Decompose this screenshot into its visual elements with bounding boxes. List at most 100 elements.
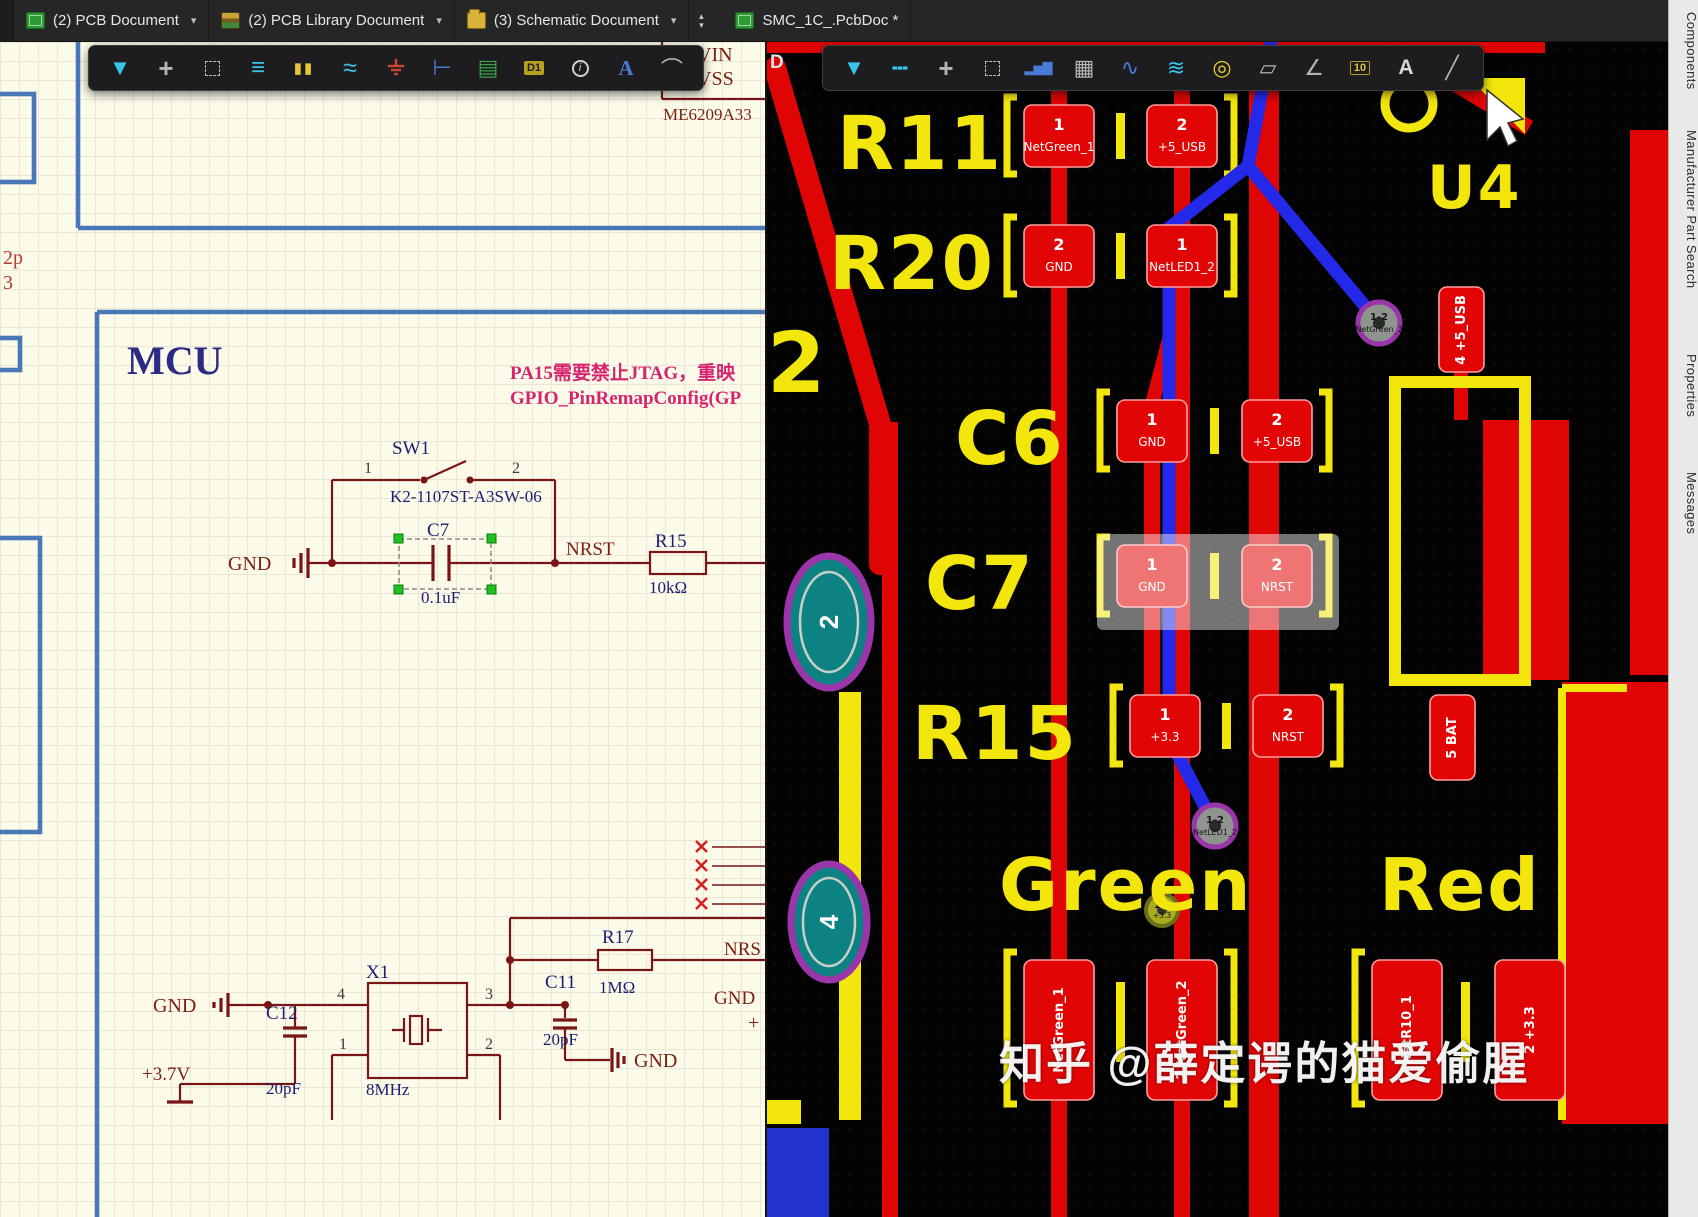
tab-scroll-spinner[interactable]: ▴ ▾ [689,0,713,42]
text-icon[interactable]: A [603,48,649,88]
selection-icon[interactable] [189,48,235,88]
svg-text:1: 1 [364,460,372,477]
grid-icon[interactable]: 10 [1337,48,1383,88]
gnd-symbol-bottom-left[interactable]: GND [153,993,230,1017]
svg-text:5 BAT: 5 BAT [1445,717,1460,759]
svg-text:0.1uF: 0.1uF [421,588,460,607]
net-label-nrst[interactable]: NRST [566,539,615,560]
svg-text:SW1: SW1 [392,438,430,459]
arc-icon[interactable]: ⌒ [649,48,695,88]
tab-pcb-library-document[interactable]: (2) PCB Library Document ▾ [209,0,455,42]
chart-icon[interactable]: ▂▅▇ [1015,48,1061,88]
d-fragment: D [770,52,784,73]
text-icon[interactable]: A [1383,48,1429,88]
svg-text:1: 1 [1159,705,1170,724]
net-label-nrs[interactable]: NRS [724,939,761,960]
side-pads[interactable]: 4 +5_USB 5 BAT [1429,286,1485,781]
panel-tab-manufacturer-part-search[interactable]: Manufacturer Part Search [1669,126,1698,292]
svg-text:C11: C11 [545,972,576,993]
altium-workspace: (2) PCB Document ▾ (2) PCB Library Docum… [0,0,1698,1217]
bars-icon[interactable]: ▮▮ [281,48,327,88]
svg-text:C7: C7 [925,541,1035,627]
svg-text:R17: R17 [602,927,634,948]
sw1-switch[interactable]: SW1 1 2 K2-1107ST-A3SW-06 [330,438,557,563]
via-netgreen2[interactable]: 1-2 NetGreen_2 [1355,299,1403,347]
schematic-editor-panel[interactable]: ▼ + ≡ ▮▮ ≈ ⊢ ▤ D1 i A ⌒ VIN VSS ME6209A3… [0,42,765,1217]
teal-pad-2[interactable]: 2 [783,552,875,692]
svg-text:NetGreen_1: NetGreen_1 [1023,140,1094,154]
r15-resistor[interactable]: R15 10kΩ [648,531,708,597]
svg-text:NRST: NRST [1272,730,1305,744]
svg-text:1-2: 1-2 [1206,815,1224,826]
move-icon[interactable]: + [143,48,189,88]
line-icon[interactable]: ╱ [1429,48,1475,88]
svg-text:GND: GND [1045,260,1073,274]
reset-net-wires [308,559,765,567]
gnd-symbol[interactable]: GND [228,548,310,578]
plane-icon[interactable]: ▱ [1245,48,1291,88]
tabbar-edge [0,0,14,42]
selection-icon[interactable] [969,48,1015,88]
svg-text:NetLED1_2: NetLED1_2 [1149,260,1215,274]
power-label-3v7[interactable]: +3.7V [142,1064,190,1085]
schematic-canvas[interactable]: VIN VSS ME6209A33 MCU PA15需要禁止JTAG，重映 GP… [0,42,765,1217]
tab-label: (2) PCB Library Document [248,12,425,29]
svg-text:2: 2 [1282,705,1293,724]
svg-text:2: 2 [485,1036,493,1053]
teal-pad-4[interactable]: 4 [787,860,871,984]
panel-tab-properties[interactable]: Properties [1669,350,1698,421]
edge-fragment: 2p [3,247,23,269]
r17-resistor[interactable]: R17 1MΩ [596,927,654,997]
d1-icon[interactable]: D1 [511,48,557,88]
tab-active-pcbdoc[interactable]: SMC_1C_.PcbDoc * [723,0,912,42]
panel-tab-messages[interactable]: Messages [1669,468,1698,538]
ground-icon[interactable] [373,48,419,88]
route-icon[interactable]: ∿ [1107,48,1153,88]
no-erc-markers[interactable] [695,840,765,910]
c12-capacitor[interactable]: C12 20pF [167,1003,307,1104]
oscillator-wires [228,916,765,1120]
filter-icon[interactable]: ▼ [831,48,877,88]
filter-icon[interactable]: ▼ [97,48,143,88]
chevron-down-icon[interactable]: ▾ [671,14,677,27]
chevron-down-icon[interactable]: ▾ [191,14,197,27]
svg-text:4: 4 [337,986,345,1003]
tab-label: (2) PCB Document [53,12,179,29]
svg-text:4 +5_USB: 4 +5_USB [1454,295,1469,365]
chevron-down-icon[interactable]: ▾ [436,14,442,27]
pcb-doc-icon [735,12,755,29]
measure-icon[interactable]: ⊢ [419,48,465,88]
diff-pair-icon[interactable]: ≋ [1153,48,1199,88]
gnd-symbol-bottom-right[interactable]: GND [610,1048,677,1072]
svg-text:20pF: 20pF [266,1079,301,1098]
component-icon[interactable]: ▤ [465,48,511,88]
edge-fragment: 3 [3,272,13,294]
svg-text:ME6209A33: ME6209A33 [663,105,752,124]
svg-text:20pF: 20pF [543,1030,578,1049]
x1-crystal[interactable]: X1 8MHz 4 3 1 2 [337,962,493,1099]
sheet-title: MCU [127,338,223,383]
info-icon[interactable]: i [557,48,603,88]
right-panel-tab-strip: Components Manufacturer Part Search Prop… [1668,0,1698,1217]
align-icon[interactable]: ≡ [235,48,281,88]
via-netled12[interactable]: 1-2 NetLED1_2 [1191,802,1239,850]
svg-text:2: 2 [512,460,520,477]
dashed-route-icon[interactable]: ┄ [877,48,923,88]
svg-text:GND: GND [1138,435,1166,449]
svg-text:1: 1 [1053,115,1064,134]
svg-text:GND: GND [228,553,271,575]
pad-row-c7[interactable]: 1 GND 2 NRST [1097,534,1339,630]
tab-label: SMC_1C_.PcbDoc * [762,12,899,29]
panel-tab-components[interactable]: Components [1669,8,1698,94]
move-icon[interactable]: + [923,48,969,88]
via-icon[interactable]: ◎ [1199,48,1245,88]
selection-highlight [1097,534,1339,630]
wave-icon[interactable]: ≈ [327,48,373,88]
tab-schematic-document[interactable]: (3) Schematic Document ▾ [455,0,690,42]
dimension-icon[interactable]: ∠ [1291,48,1337,88]
tab-pcb-document[interactable]: (2) PCB Document ▾ [14,0,210,42]
pcb-editor-panel[interactable]: D ▼ ┄ + ▂▅▇ ▦ ∿ ≋ ◎ ▱ ∠ 10 A ╱ 1 NetGree… [765,42,1668,1217]
svg-text:3: 3 [485,986,493,1003]
svg-text:2: 2 [1271,410,1282,429]
component-icon[interactable]: ▦ [1061,48,1107,88]
